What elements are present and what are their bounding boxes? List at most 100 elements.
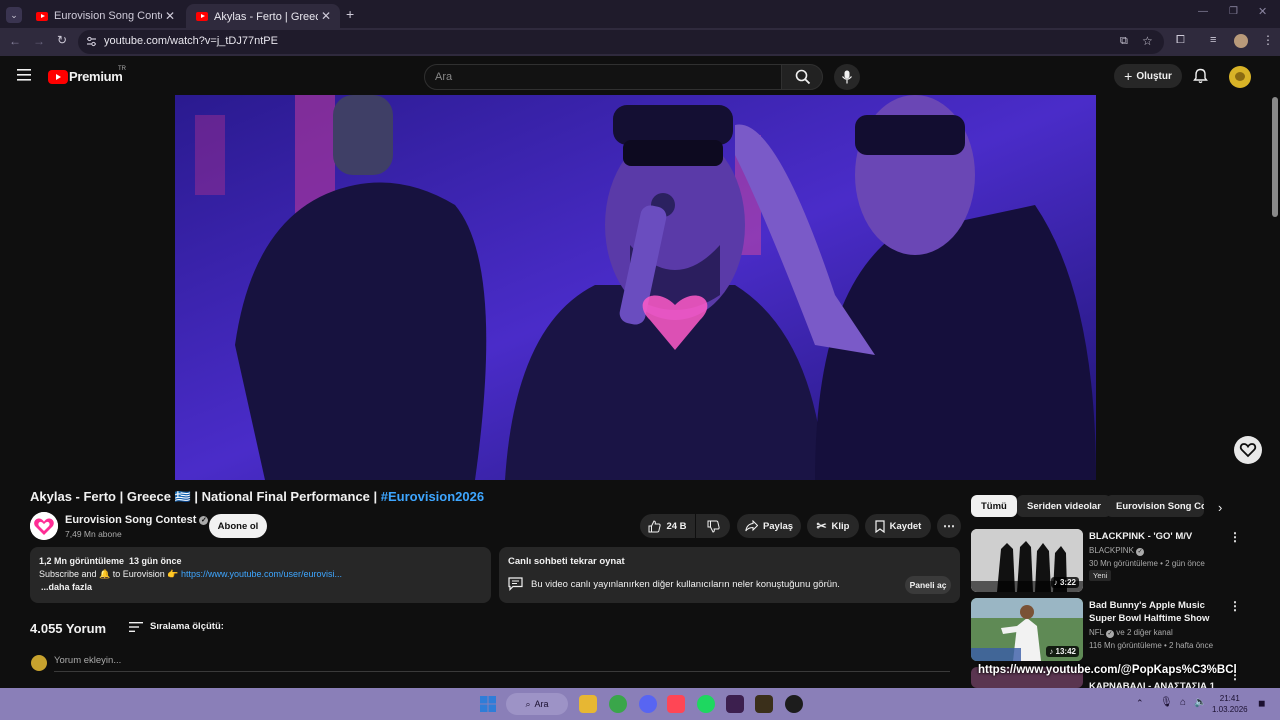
search-icon: ⌕ [525, 698, 531, 709]
like-count: 24 B [666, 520, 687, 532]
add-comment-input[interactable]: Yorum ekleyin... [54, 655, 121, 666]
commenter-avatar [31, 655, 47, 671]
related-title[interactable]: ΚΑΡΝΑΒΑΛΙ - ΑΝΑΣΤΑΣΙΑ 1 [1089, 680, 1224, 688]
search-button[interactable] [781, 64, 823, 90]
chip-series-videos[interactable]: Seriden videolar [1017, 495, 1111, 517]
video-duration: ♪ 3:22 [1050, 577, 1079, 588]
windows-start-icon[interactable] [480, 696, 496, 712]
user-avatar[interactable] [1229, 66, 1251, 88]
clip-button[interactable]: ✂ Klip [807, 514, 859, 538]
youtube-favicon-icon [36, 11, 48, 21]
video-title: Akylas - Ferto | Greece 🇬🇷 | National Fi… [30, 489, 485, 504]
thumbs-up-icon [648, 519, 662, 532]
hashtag-link[interactable]: #Eurovision2026 [381, 489, 484, 504]
search-icon [795, 69, 811, 85]
new-badge: Yeni [1089, 570, 1112, 581]
video-player[interactable] [175, 95, 1096, 480]
tab-akylas-video[interactable]: Akylas - Ferto | Greece 🇬🇷 | National Fi… [186, 4, 340, 28]
page-scrollbar[interactable] [1270, 95, 1280, 685]
new-tab-button[interactable]: + [346, 6, 354, 22]
profile-avatar[interactable] [1234, 34, 1248, 48]
chat-bubble-icon [508, 577, 523, 591]
voice-search-button[interactable] [834, 64, 860, 90]
premiere-pro-icon[interactable] [726, 695, 744, 713]
chips-next-chevron-icon[interactable]: › [1218, 500, 1222, 515]
channel-avatar[interactable] [30, 512, 58, 540]
browser-menu-icon[interactable]: ⋮ [1262, 33, 1274, 47]
windows-taskbar: ⌕ Ara ⌃ 🎙 ⌂ 🔈 21:41 1.03.2026 ◼ [0, 688, 1280, 720]
chrome-icon[interactable] [609, 695, 627, 713]
address-bar[interactable]: youtube.com/watch?v=j_tDJ77ntPE ⧉ ☆ [78, 30, 1164, 54]
more-horizontal-icon: ⋯ [943, 519, 955, 533]
related-channel[interactable]: NFL ✓ ve 2 diğer kanal [1089, 627, 1229, 638]
install-app-icon[interactable]: ⧉ [1120, 35, 1128, 48]
tab-eurovision-channel[interactable]: Eurovision Song Contest - YouTube ✕ [26, 4, 184, 28]
hamburger-menu-icon[interactable] [17, 69, 31, 81]
taskbar-search[interactable]: ⌕ Ara [506, 693, 568, 715]
illustrator-icon[interactable] [755, 695, 773, 713]
spotify-icon[interactable] [697, 695, 715, 713]
close-window-icon[interactable]: ✕ [1258, 5, 1267, 18]
volume-icon[interactable]: 🔈 [1194, 697, 1206, 708]
reload-icon[interactable]: ↻ [57, 33, 67, 47]
chip-all[interactable]: Tümü [971, 495, 1017, 517]
maximize-icon[interactable]: ❐ [1229, 6, 1238, 17]
scrollbar-thumb[interactable] [1272, 97, 1278, 217]
minimize-icon[interactable]: — [1198, 6, 1208, 17]
chat-replay-text: Bu video canlı yayınlanırken diğer kulla… [531, 579, 840, 590]
related-channel[interactable]: BLACKPINK ✓ [1089, 545, 1229, 556]
notification-center-icon[interactable]: ◼ [1258, 698, 1265, 709]
forward-icon[interactable]: → [33, 34, 45, 48]
chip-eurovision[interactable]: Eurovision Song Contest [1106, 495, 1204, 517]
dislike-button[interactable] [696, 514, 730, 538]
scissors-icon: ✂ [816, 519, 827, 533]
microphone-tray-icon[interactable]: 🎙 [1160, 697, 1173, 708]
bookmark-icon [875, 519, 885, 533]
save-button[interactable]: Kaydet [865, 514, 931, 538]
show-more-link[interactable]: ...daha fazla [41, 581, 482, 594]
like-button[interactable]: 24 B [640, 514, 695, 538]
channel-name[interactable]: Eurovision Song Contest ✓ [65, 514, 209, 526]
favorite-heart-button[interactable] [1234, 436, 1262, 464]
related-meta: 30 Mn görüntüleme • 2 gün önce [1089, 559, 1205, 568]
verified-check-icon: ✓ [1136, 548, 1145, 556]
tray-overflow-icon[interactable]: ⌃ [1136, 698, 1144, 709]
video-description[interactable]: 1,2 Mn görüntüleme 13 gün önce Subscribe… [30, 547, 491, 603]
obs-icon[interactable] [785, 695, 803, 713]
sort-icon[interactable] [129, 621, 143, 633]
site-info-icon[interactable] [86, 36, 97, 47]
close-tab-icon[interactable]: ✕ [162, 9, 178, 23]
bookmark-star-icon[interactable]: ☆ [1142, 34, 1153, 48]
share-arrow-icon [745, 520, 758, 532]
related-more-menu-icon[interactable]: ⋮ [1229, 599, 1241, 613]
discord-icon[interactable] [639, 695, 657, 713]
related-thumbnail[interactable]: ♪ 3:22 [971, 529, 1083, 592]
open-panel-button[interactable]: Paneli aç [905, 576, 951, 594]
tab-search-button[interactable]: ⌄ [6, 7, 22, 23]
related-thumbnail[interactable]: ♪ 13:42 [971, 598, 1083, 661]
related-title[interactable]: Bad Bunny's Apple Music Super Bowl Halft… [1089, 599, 1224, 625]
create-button[interactable]: + Oluştur [1114, 64, 1182, 88]
close-tab-icon[interactable]: ✕ [318, 9, 334, 23]
thumbs-down-icon [707, 520, 720, 533]
search-input[interactable]: Ara [424, 64, 782, 90]
description-link[interactable]: https://www.youtube.com/user/eurovisi... [181, 569, 342, 579]
notifications-bell-icon[interactable] [1193, 68, 1208, 84]
share-button[interactable]: Paylaş [737, 514, 801, 538]
subscribe-button[interactable]: Abone ol [209, 514, 267, 538]
youtube-favicon-icon [196, 11, 208, 21]
taskbar-clock[interactable]: 21:41 1.03.2026 [1212, 693, 1248, 715]
more-actions-button[interactable]: ⋯ [937, 514, 961, 538]
valorant-icon[interactable] [667, 695, 685, 713]
related-meta: 116 Mn görüntüleme • 2 hafta önce [1089, 641, 1214, 650]
extensions-icon[interactable]: ⧠ [1176, 34, 1185, 47]
related-title[interactable]: BLACKPINK - 'GO' M/V [1089, 530, 1224, 543]
url-text: youtube.com/watch?v=j_tDJ77ntPE [104, 35, 278, 47]
file-explorer-icon[interactable] [579, 695, 597, 713]
network-icon[interactable]: ⌂ [1180, 697, 1186, 708]
sort-by-button[interactable]: Sıralama ölçütü: [150, 621, 224, 632]
related-more-menu-icon[interactable]: ⋮ [1229, 530, 1241, 544]
youtube-premium-logo[interactable]: Premium TR [48, 66, 128, 86]
back-icon[interactable]: ← [9, 34, 21, 48]
media-controls-icon[interactable]: ≡ [1210, 34, 1216, 46]
